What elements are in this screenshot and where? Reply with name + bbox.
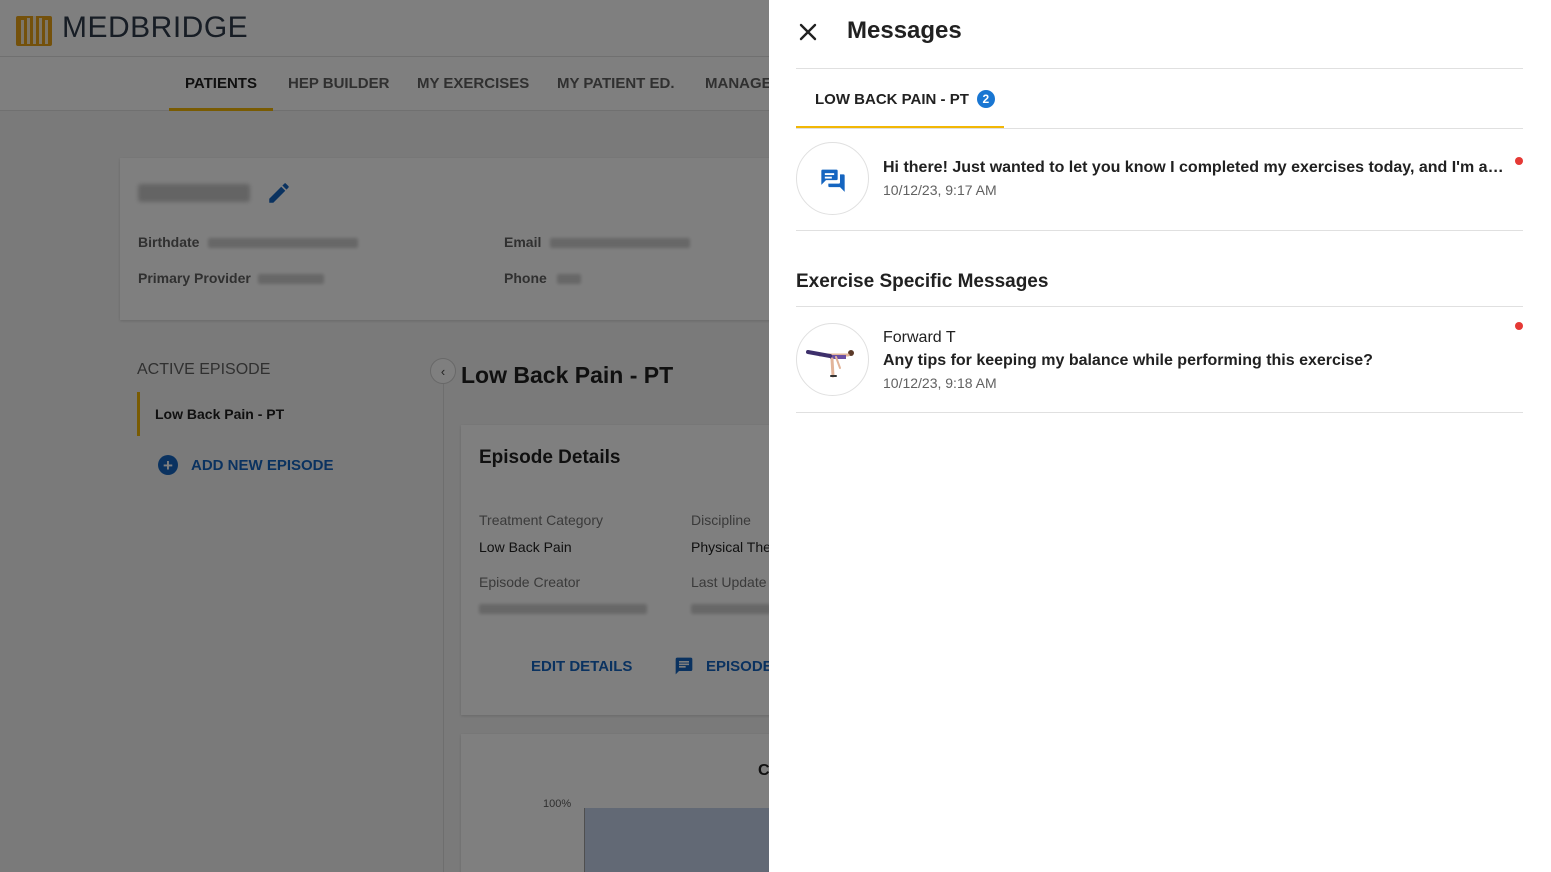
tab-label: LOW BACK PAIN - PT bbox=[815, 90, 969, 108]
exercise-message-row[interactable]: Forward T Any tips for keeping my balanc… bbox=[796, 322, 1523, 412]
general-divider bbox=[796, 230, 1523, 231]
general-message-row[interactable]: Hi there! Just wanted to let you know I … bbox=[796, 142, 1523, 230]
unread-indicator bbox=[1515, 322, 1523, 330]
tab-low-back-pain-pt[interactable]: LOW BACK PAIN - PT 2 bbox=[796, 69, 1004, 129]
message-timestamp: 10/12/23, 9:18 AM bbox=[883, 375, 997, 391]
chat-avatar bbox=[796, 142, 869, 215]
message-timestamp: 10/12/23, 9:17 AM bbox=[883, 182, 997, 198]
section-divider bbox=[796, 306, 1523, 307]
drawer-title: Messages bbox=[847, 17, 962, 44]
close-icon[interactable] bbox=[796, 20, 820, 44]
messages-drawer: Messages LOW BACK PAIN - PT 2 Hi there! … bbox=[769, 0, 1551, 872]
unread-count-badge: 2 bbox=[976, 90, 995, 108]
chat-bubbles-icon bbox=[820, 169, 845, 192]
unread-indicator bbox=[1515, 157, 1523, 165]
exercise-thumbnail bbox=[796, 323, 869, 396]
exercise-name: Forward T bbox=[883, 329, 956, 346]
message-body: Any tips for keeping my balance while pe… bbox=[883, 352, 1373, 369]
forward-t-exercise-image bbox=[805, 349, 854, 377]
tab-divider bbox=[796, 128, 1523, 129]
exercise-messages-heading: Exercise Specific Messages bbox=[796, 271, 1049, 292]
exercise-divider bbox=[796, 412, 1523, 413]
exercise-message-text: Forward T Any tips for keeping my balanc… bbox=[883, 329, 1505, 391]
message-body: Hi there! Just wanted to let you know I … bbox=[883, 159, 1505, 176]
general-message-text: Hi there! Just wanted to let you know I … bbox=[883, 159, 1505, 198]
